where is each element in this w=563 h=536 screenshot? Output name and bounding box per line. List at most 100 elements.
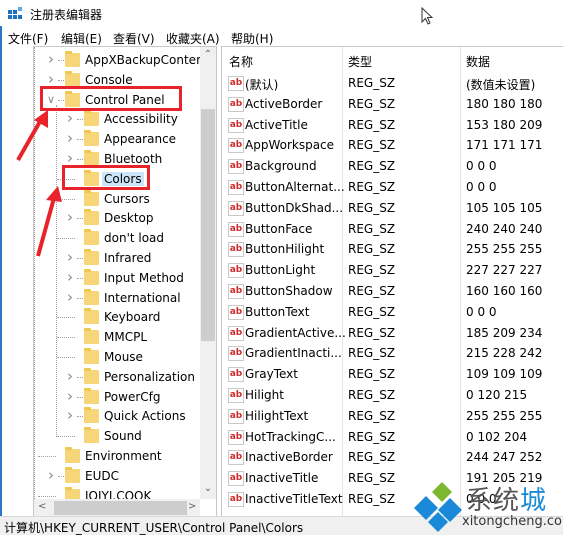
tree-item-label: AppXBackupConter [85, 53, 201, 67]
string-value-icon: ab [228, 159, 244, 175]
value-type: REG_SZ [348, 429, 396, 444]
tree-item-label: don't load [104, 231, 165, 246]
list-item[interactable]: ab ButtonFace REG_SZ 240 240 240 [222, 219, 563, 240]
tree-item[interactable]: MMCPL [34, 328, 202, 347]
tree-item[interactable]: › Accessibility [34, 109, 202, 129]
watermark-url: xitongcheng.com [462, 514, 563, 529]
value-name: HilightText [245, 408, 309, 423]
value-name: ButtonAlternat... [245, 180, 345, 194]
annotation-arrow-icon [16, 110, 48, 161]
chevron-right-icon[interactable]: › [65, 129, 75, 147]
scrollbar-thumb[interactable] [54, 501, 187, 515]
chevron-right-icon[interactable]: › [46, 466, 56, 484]
tree-connector [77, 159, 83, 160]
window-title: 注册表编辑器 [30, 8, 103, 22]
list-item[interactable]: ab ButtonAlternat... REG_SZ 0 0 0 [222, 177, 563, 198]
tree-item[interactable]: › Quick Actions [34, 406, 202, 426]
list-item[interactable]: ab InactiveBorder REG_SZ 244 247 252 [222, 447, 563, 468]
column-data-header[interactable]: 数据 [466, 53, 490, 70]
regedit-icon [8, 7, 22, 19]
annotation-box-colors [62, 165, 150, 190]
list-item[interactable]: ab GrayText REG_SZ 109 109 109 [222, 364, 563, 385]
menu-edit[interactable]: 编辑(E) [61, 30, 102, 47]
list-item[interactable]: ab ActiveBorder REG_SZ 180 180 180 [222, 94, 563, 115]
list-item[interactable]: ab Background REG_SZ 0 0 0 [222, 156, 563, 177]
value-type: REG_SZ [348, 159, 396, 174]
chevron-right-icon[interactable]: › [65, 248, 75, 266]
list-item[interactable]: ab ButtonText REG_SZ 0 0 0 [222, 302, 563, 323]
string-value-icon: ab [228, 263, 244, 279]
annotation-box-control-panel [40, 86, 182, 111]
chevron-right-icon[interactable]: › [65, 367, 75, 385]
chevron-right-icon[interactable]: › [46, 50, 56, 68]
value-data: 0 0 0 [466, 180, 497, 194]
tree-item[interactable]: › Input Method [34, 268, 202, 288]
value-type: REG_SZ [348, 471, 396, 486]
list-item[interactable]: ab ButtonHilight REG_SZ 255 255 255 [222, 239, 563, 260]
list-item[interactable]: ab (默认) REG_SZ (数值未设置) [222, 73, 563, 94]
menu-help[interactable]: 帮助(H) [231, 30, 273, 47]
column-type-header[interactable]: 类型 [348, 53, 372, 70]
tree-item[interactable]: › PowerCfg [34, 387, 202, 407]
scroll-right-icon[interactable]: > [188, 501, 196, 512]
value-data: 185 209 234 [466, 325, 543, 340]
tree-connector [57, 436, 75, 438]
value-name: Background [245, 159, 317, 174]
value-data: 109 109 109 [466, 367, 543, 382]
list-item[interactable]: ab HilightText REG_SZ 255 255 255 [222, 406, 563, 427]
value-data: 0 0 0 [466, 159, 497, 174]
tree-item[interactable]: › Personalization [34, 367, 202, 387]
value-type: REG_SZ [348, 304, 396, 319]
chevron-right-icon[interactable]: › [65, 387, 75, 405]
tree-horizontal-scrollbar[interactable]: < > [34, 499, 200, 517]
title-bar: 注册表编辑器 [0, 0, 563, 26]
list-item[interactable]: ab GradientActive... REG_SZ 185 209 234 [222, 323, 563, 344]
menu-favorites[interactable]: 收藏夹(A) [166, 30, 220, 47]
tree-item[interactable]: Sound [34, 427, 202, 446]
scroll-left-icon[interactable]: < [38, 501, 46, 512]
scrollbar-thumb[interactable] [201, 109, 215, 341]
tree-vertical-scrollbar[interactable]: ⌃ ⌄ [200, 47, 216, 499]
tree-item[interactable]: Keyboard [34, 308, 202, 327]
list-item[interactable]: ab ActiveTitle REG_SZ 153 180 209 [222, 115, 563, 136]
chevron-right-icon[interactable]: › [65, 288, 75, 306]
tree-item[interactable]: Environment [34, 447, 202, 466]
registry-tree[interactable]: › AppXBackupConter › Console ∨ Control Panel ›… [33, 46, 217, 518]
scroll-down-icon[interactable]: ⌄ [200, 483, 216, 494]
chevron-right-icon[interactable]: › [65, 268, 75, 286]
list-item[interactable]: ab HotTrackingC... REG_SZ 0 102 204 [222, 427, 563, 448]
chevron-right-icon[interactable]: › [65, 109, 75, 127]
menu-view[interactable]: 查看(V) [113, 30, 155, 47]
folder-icon [84, 387, 99, 404]
folder-icon [65, 51, 80, 67]
value-type: REG_SZ [348, 200, 396, 215]
column-name-header[interactable]: 名称 [229, 53, 253, 70]
list-item[interactable]: ab ButtonLight REG_SZ 227 227 227 [222, 260, 563, 281]
tree-item[interactable]: › Appearance [34, 129, 202, 149]
tree-item[interactable]: Mouse [34, 348, 202, 367]
string-value-icon: ab [228, 180, 244, 195]
tree-item-label: Console [85, 72, 133, 87]
list-item[interactable]: ab ButtonDkShad... REG_SZ 105 105 105 [222, 198, 563, 219]
menu-file[interactable]: 文件(F) [8, 30, 48, 47]
tree-item-label: EUDC [85, 468, 119, 483]
tree-item[interactable]: › International [34, 288, 202, 308]
list-item[interactable]: ab AppWorkspace REG_SZ 171 171 171 [222, 135, 563, 156]
tree-connector [57, 317, 75, 319]
tree-connector [77, 258, 83, 259]
tree-item-label: International [104, 290, 181, 305]
chevron-right-icon[interactable]: › [65, 406, 75, 424]
tree-item[interactable]: › AppXBackupConter [34, 50, 202, 70]
value-type: REG_SZ [348, 242, 396, 257]
tree-item-label: Sound [104, 429, 142, 444]
values-list[interactable]: 名称 类型 数据 ab (默认) REG_SZ (数值未设置) ab ActiveBord… [221, 46, 563, 517]
mouse-cursor-icon [421, 7, 434, 25]
value-data: 215 228 242 [466, 346, 543, 361]
folder-icon [65, 466, 80, 483]
chevron-right-icon[interactable]: › [65, 208, 75, 226]
list-item[interactable]: ab GradientInacti... REG_SZ 215 228 242 [222, 343, 563, 364]
tree-item[interactable]: › EUDC [34, 466, 202, 486]
list-item[interactable]: ab Hilight REG_SZ 0 120 215 [222, 385, 563, 406]
list-item[interactable]: ab ButtonShadow REG_SZ 160 160 160 [222, 281, 563, 302]
scroll-up-icon[interactable]: ⌃ [200, 49, 216, 60]
